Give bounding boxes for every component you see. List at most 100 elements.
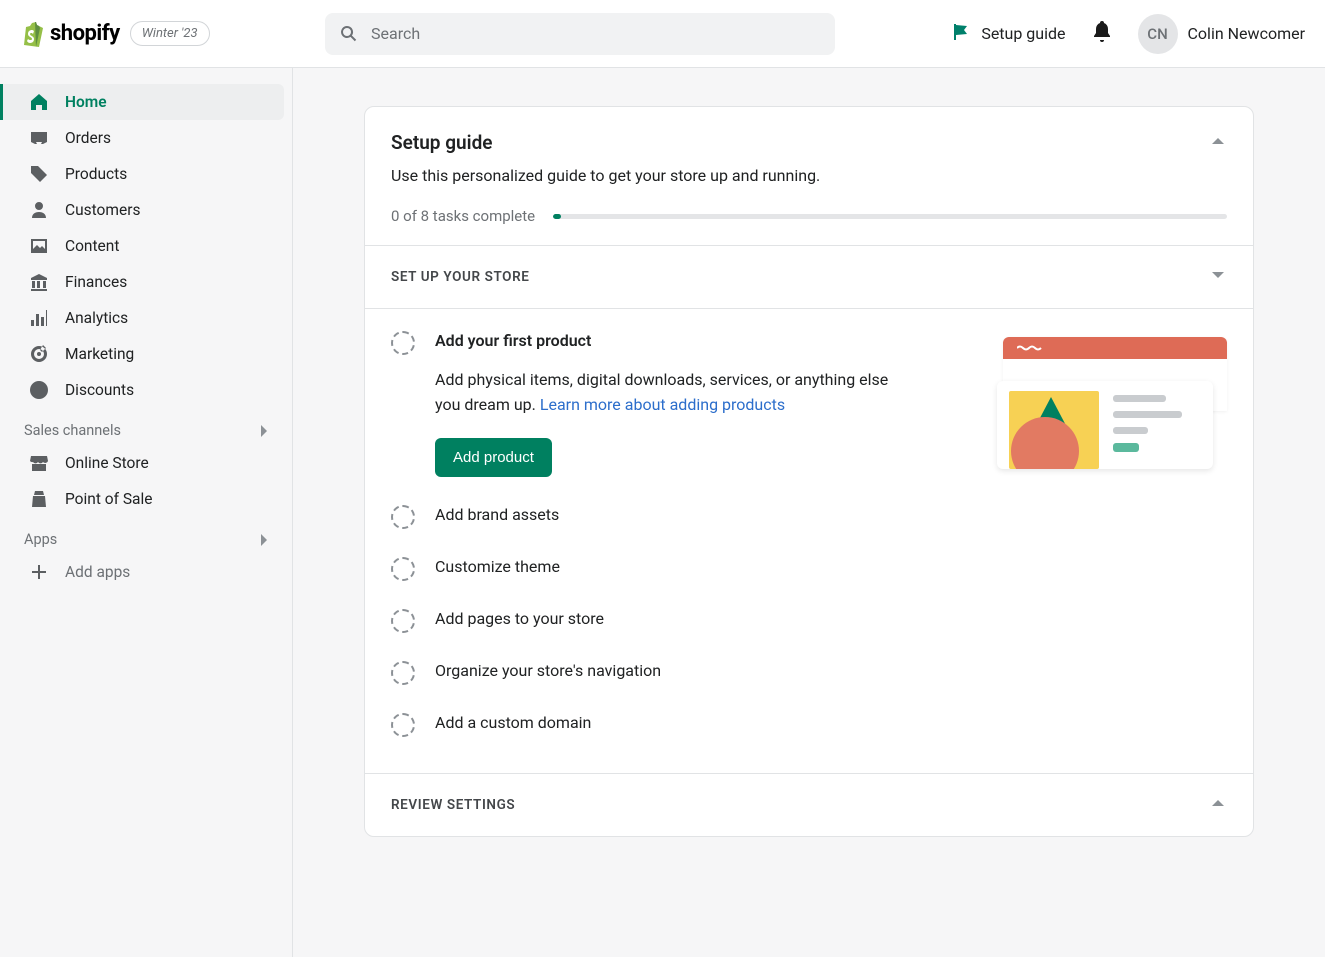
user-name: Colin Newcomer: [1188, 24, 1305, 43]
topbar: shopify Winter '23 Search Setup guide CN…: [0, 0, 1325, 68]
chevron-right-icon: [256, 532, 272, 548]
sidebar-item-label: Analytics: [65, 309, 128, 327]
store-icon: [29, 453, 49, 473]
task-list: Add your first product Add physical item…: [365, 308, 1253, 773]
setup-guide-card: Setup guide Use this personalized guide …: [364, 106, 1254, 837]
chevron-up-icon: [1209, 794, 1227, 816]
task-title: Add brand assets: [435, 505, 1227, 524]
search-wrap: Search: [325, 13, 835, 55]
progress-row: 0 of 8 tasks complete: [391, 207, 1227, 225]
task-add-brand-assets[interactable]: Add brand assets: [365, 491, 1253, 543]
task-description: Add physical items, digital downloads, s…: [435, 368, 915, 418]
pos-bag-icon: [29, 489, 49, 509]
sidebar-item-label: Point of Sale: [65, 490, 152, 508]
section-label: REVIEW SETTINGS: [391, 797, 515, 813]
target-icon: [29, 344, 49, 364]
task-checkbox[interactable]: [391, 557, 415, 581]
notifications-button[interactable]: [1092, 21, 1112, 47]
inbox-icon: [29, 128, 49, 148]
sidebar-item-discounts[interactable]: Discounts: [0, 372, 284, 408]
add-product-button[interactable]: Add product: [435, 438, 552, 477]
chevron-right-icon: [256, 423, 272, 439]
sidebar-item-label: Add apps: [65, 563, 130, 581]
sidebar-item-label: Online Store: [65, 454, 149, 472]
topbar-right: Setup guide CN Colin Newcomer: [951, 14, 1305, 54]
task-checkbox[interactable]: [391, 505, 415, 529]
layout: Home Orders Products Customers Content F…: [0, 68, 1325, 957]
card-header: Setup guide Use this personalized guide …: [365, 107, 1253, 245]
logo-text: shopify: [50, 21, 120, 46]
task-add-pages[interactable]: Add pages to your store: [365, 595, 1253, 647]
section-review-settings[interactable]: REVIEW SETTINGS: [365, 773, 1253, 836]
task-organize-navigation[interactable]: Organize your store's navigation: [365, 647, 1253, 699]
sidebar: Home Orders Products Customers Content F…: [0, 68, 293, 957]
task-title: Organize your store's navigation: [435, 661, 1227, 680]
sidebar-item-customers[interactable]: Customers: [0, 192, 284, 228]
section-label: SET UP YOUR STORE: [391, 269, 529, 285]
sidebar-item-content[interactable]: Content: [0, 228, 284, 264]
sidebar-section-apps[interactable]: Apps: [0, 517, 292, 554]
sidebar-item-label: Customers: [65, 201, 140, 219]
task-illustration: [997, 329, 1227, 469]
sidebar-item-label: Content: [65, 237, 119, 255]
learn-more-link[interactable]: Learn more about adding products: [540, 395, 785, 414]
image-icon: [29, 236, 49, 256]
sidebar-item-products[interactable]: Products: [0, 156, 284, 192]
task-title: Add pages to your store: [435, 609, 1227, 628]
search-placeholder: Search: [371, 24, 420, 43]
card-title: Setup guide: [391, 131, 493, 154]
task-title: Customize theme: [435, 557, 1227, 576]
sidebar-item-label: Orders: [65, 129, 111, 147]
sidebar-item-label: Discounts: [65, 381, 134, 399]
sidebar-item-label: Finances: [65, 273, 127, 291]
sidebar-item-pos[interactable]: Point of Sale: [0, 481, 284, 517]
section-label: Apps: [24, 531, 57, 548]
task-title: Add your first product: [435, 331, 977, 350]
user-menu[interactable]: CN Colin Newcomer: [1138, 14, 1305, 54]
sidebar-item-online-store[interactable]: Online Store: [0, 445, 284, 481]
bars-icon: [29, 308, 49, 328]
flag-icon: [951, 22, 971, 46]
card-subtitle: Use this personalized guide to get your …: [391, 166, 1227, 185]
collapse-card-button[interactable]: [1209, 132, 1227, 154]
task-add-first-product[interactable]: Add your first product Add physical item…: [365, 317, 1253, 491]
sidebar-item-label: Products: [65, 165, 127, 183]
sidebar-item-orders[interactable]: Orders: [0, 120, 284, 156]
chevron-down-icon: [1209, 266, 1227, 288]
sidebar-item-finances[interactable]: Finances: [0, 264, 284, 300]
avatar: CN: [1138, 14, 1178, 54]
task-customize-theme[interactable]: Customize theme: [365, 543, 1253, 595]
person-icon: [29, 200, 49, 220]
task-custom-domain[interactable]: Add a custom domain: [365, 699, 1253, 751]
sidebar-item-home[interactable]: Home: [0, 84, 284, 120]
section-label: Sales channels: [24, 422, 121, 439]
task-checkbox[interactable]: [391, 661, 415, 685]
sidebar-item-analytics[interactable]: Analytics: [0, 300, 284, 336]
section-setup-store[interactable]: SET UP YOUR STORE: [365, 245, 1253, 308]
sidebar-item-add-apps[interactable]: Add apps: [0, 554, 284, 590]
progress-bar: [553, 214, 1227, 219]
main-content: Setup guide Use this personalized guide …: [293, 68, 1325, 957]
sidebar-item-label: Home: [65, 93, 107, 111]
task-title: Add a custom domain: [435, 713, 1227, 732]
edition-badge: Winter '23: [130, 21, 210, 46]
progress-label: 0 of 8 tasks complete: [391, 207, 535, 225]
sidebar-item-marketing[interactable]: Marketing: [0, 336, 284, 372]
search-icon: [339, 24, 359, 44]
shopify-logo[interactable]: shopify: [20, 21, 120, 47]
shopify-bag-icon: [20, 21, 44, 47]
task-checkbox[interactable]: [391, 713, 415, 737]
task-checkbox[interactable]: [391, 609, 415, 633]
home-icon: [29, 92, 49, 112]
progress-fill: [553, 214, 561, 219]
logo-area: shopify Winter '23: [20, 21, 325, 47]
bell-icon: [1092, 21, 1112, 43]
setup-guide-label: Setup guide: [981, 24, 1065, 43]
setup-guide-link[interactable]: Setup guide: [951, 22, 1065, 46]
task-checkbox[interactable]: [391, 331, 415, 355]
chevron-up-icon: [1209, 132, 1227, 150]
search-input[interactable]: Search: [325, 13, 835, 55]
tag-icon: [29, 164, 49, 184]
sidebar-section-sales-channels[interactable]: Sales channels: [0, 408, 292, 445]
plus-icon: [29, 562, 49, 582]
